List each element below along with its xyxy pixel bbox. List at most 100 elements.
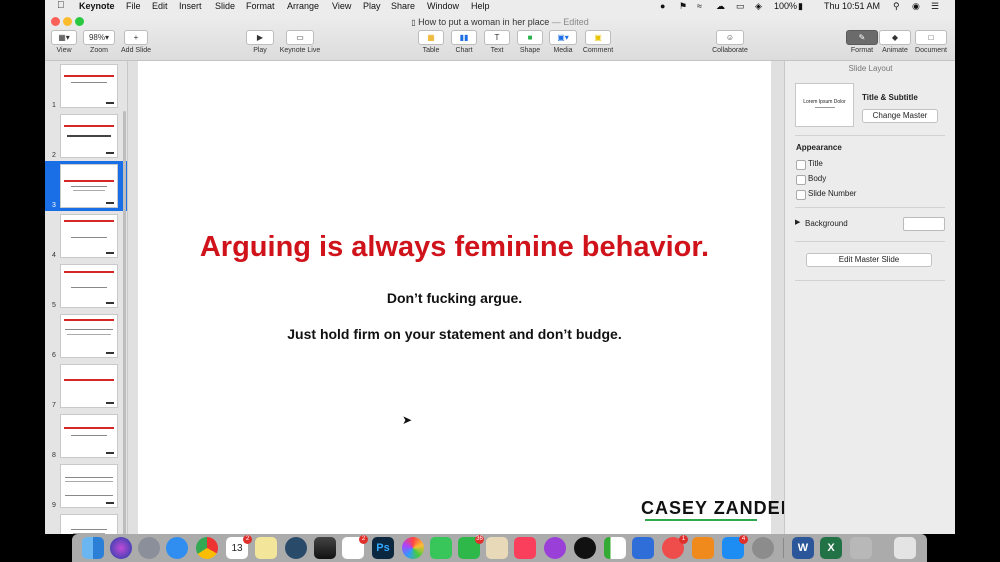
apple-tv-icon[interactable]	[574, 537, 596, 559]
slide-preview	[60, 114, 118, 158]
slide-preview	[60, 514, 118, 534]
slide-thumb-2[interactable]: 2	[45, 111, 127, 161]
system-preferences-icon[interactable]	[752, 537, 774, 559]
status-app-icon[interactable]: ⚑	[679, 1, 687, 12]
disclosure-triangle-icon[interactable]: ▶	[795, 218, 800, 226]
spotlight-search-icon[interactable]: ⚲	[893, 1, 900, 12]
view-button[interactable]: ▦▾ View	[51, 30, 77, 54]
document-button[interactable]: □ Document	[912, 30, 950, 54]
quicktime-icon[interactable]	[285, 537, 307, 559]
edit-master-slide-button[interactable]: Edit Master Slide	[806, 253, 932, 267]
numbers-icon[interactable]	[604, 537, 626, 559]
slide-body-line-1[interactable]: Don’t fucking argue.	[138, 290, 771, 306]
clock[interactable]: Thu 10:51 AM	[824, 1, 880, 11]
menu-file[interactable]: File	[126, 1, 141, 11]
app-store-icon[interactable]: 4	[722, 535, 748, 559]
word-icon[interactable]: W	[792, 537, 814, 559]
menu-edit[interactable]: Edit	[152, 1, 168, 11]
text-button[interactable]: T Text	[483, 30, 511, 54]
menu-format[interactable]: Format	[246, 1, 275, 11]
body-checkbox[interactable]	[796, 175, 806, 185]
slide-thumb-4[interactable]: 4	[45, 211, 127, 261]
change-master-button[interactable]: Change Master	[862, 109, 938, 123]
messages-icon[interactable]	[430, 537, 452, 559]
master-preview[interactable]: Lorem Ipsum Dolor	[795, 83, 854, 127]
menu-insert[interactable]: Insert	[179, 1, 202, 11]
animate-button[interactable]: ◆ Animate	[879, 30, 911, 54]
music-icon[interactable]	[514, 537, 536, 559]
menu-arrange[interactable]: Arrange	[287, 1, 319, 11]
menu-share[interactable]: Share	[391, 1, 415, 11]
chart-button[interactable]: ▮▮ Chart	[450, 30, 478, 54]
final-cut-icon[interactable]	[314, 537, 336, 559]
reminders-icon[interactable]: 2	[342, 535, 368, 559]
comment-button[interactable]: ▣ Comment	[581, 30, 615, 54]
menu-help[interactable]: Help	[471, 1, 490, 11]
airplay-icon[interactable]: ▭	[736, 1, 745, 12]
slide-title[interactable]: Arguing is always feminine behavior.	[138, 231, 771, 264]
finder-icon[interactable]	[82, 537, 104, 559]
zoom-button[interactable]: 98% ▾ Zoom	[83, 30, 115, 54]
trash-icon[interactable]	[894, 537, 916, 559]
slide-thumb-3[interactable]: 3	[45, 161, 127, 211]
slide-number-checkbox[interactable]	[796, 190, 806, 200]
menu-window[interactable]: Window	[427, 1, 459, 11]
battery-percent[interactable]: 100%	[774, 1, 797, 11]
downloads-icon[interactable]	[850, 537, 872, 559]
title-checkbox[interactable]	[796, 160, 806, 170]
menu-play[interactable]: Play	[363, 1, 381, 11]
slide-body-line-2[interactable]: Just hold firm on your statement and don…	[138, 326, 771, 342]
news-icon[interactable]: 1	[662, 535, 688, 559]
slide-thumb-7[interactable]: 7	[45, 361, 127, 411]
menu-view[interactable]: View	[332, 1, 351, 11]
slide-preview	[60, 464, 118, 508]
navigator-scrollbar[interactable]	[123, 111, 126, 534]
notes-icon[interactable]	[255, 537, 277, 559]
slide-thumb-9[interactable]: 9	[45, 461, 127, 511]
add-slide-button[interactable]: + Add Slide	[119, 30, 153, 54]
background-label[interactable]: Background	[805, 219, 848, 228]
cloud-icon[interactable]: ☁	[716, 1, 725, 12]
facetime-icon[interactable]: 36	[458, 535, 484, 559]
calendar-icon[interactable]: 13 2	[226, 535, 252, 559]
menu-app-name[interactable]: Keynote	[79, 1, 115, 11]
slide-thumb-1[interactable]: 1	[45, 61, 127, 111]
keynote-icon[interactable]	[632, 537, 654, 559]
books-icon[interactable]	[692, 537, 714, 559]
keynote-live-button[interactable]: ▭ Keynote Live	[277, 30, 323, 54]
siri-icon[interactable]: ◉	[912, 1, 920, 12]
slide[interactable]: Arguing is always feminine behavior. Don…	[138, 61, 794, 534]
battery-icon[interactable]: ▮	[798, 1, 803, 12]
table-button[interactable]: ▦ Table	[417, 30, 445, 54]
slide-number: 1	[52, 102, 56, 109]
airdrop-icon[interactable]: ≈	[697, 1, 702, 11]
collaborate-button[interactable]: ☺ Collaborate	[708, 30, 752, 54]
siri-dock-icon[interactable]	[110, 537, 132, 559]
notification-center-icon[interactable]: ☰	[931, 1, 939, 12]
slide-thumb-10[interactable]	[45, 511, 127, 534]
keynote-window: ▯ How to put a woman in her place — Edit…	[45, 14, 955, 534]
slide-thumb-5[interactable]: 5	[45, 261, 127, 311]
apple-icon[interactable]: 	[57, 0, 65, 11]
format-button[interactable]: ✎ Format	[846, 30, 878, 54]
background-color-well[interactable]	[903, 217, 945, 231]
play-button[interactable]: ▶ Play	[245, 30, 275, 54]
divider	[795, 135, 945, 136]
media-button[interactable]: ▣▾ Media	[548, 30, 578, 54]
record-icon[interactable]: ●	[660, 1, 665, 11]
divider	[795, 280, 945, 281]
excel-icon[interactable]: X	[820, 537, 842, 559]
menu-slide[interactable]: Slide	[215, 1, 235, 11]
launchpad-icon[interactable]	[138, 537, 160, 559]
safari-icon[interactable]	[166, 537, 188, 559]
photoshop-icon[interactable]: Ps	[372, 537, 394, 559]
chrome-icon[interactable]	[196, 537, 218, 559]
slide-thumb-6[interactable]: 6	[45, 311, 127, 361]
pages-icon[interactable]	[486, 537, 508, 559]
slide-thumb-8[interactable]: 8	[45, 411, 127, 461]
slide-navigator[interactable]: 1 2 3 4 5 6 7 8 9	[45, 61, 128, 534]
shape-button[interactable]: ■ Shape	[516, 30, 544, 54]
podcasts-icon[interactable]	[544, 537, 566, 559]
wifi-icon[interactable]: ◈	[755, 1, 762, 12]
photos-icon[interactable]	[402, 537, 424, 559]
